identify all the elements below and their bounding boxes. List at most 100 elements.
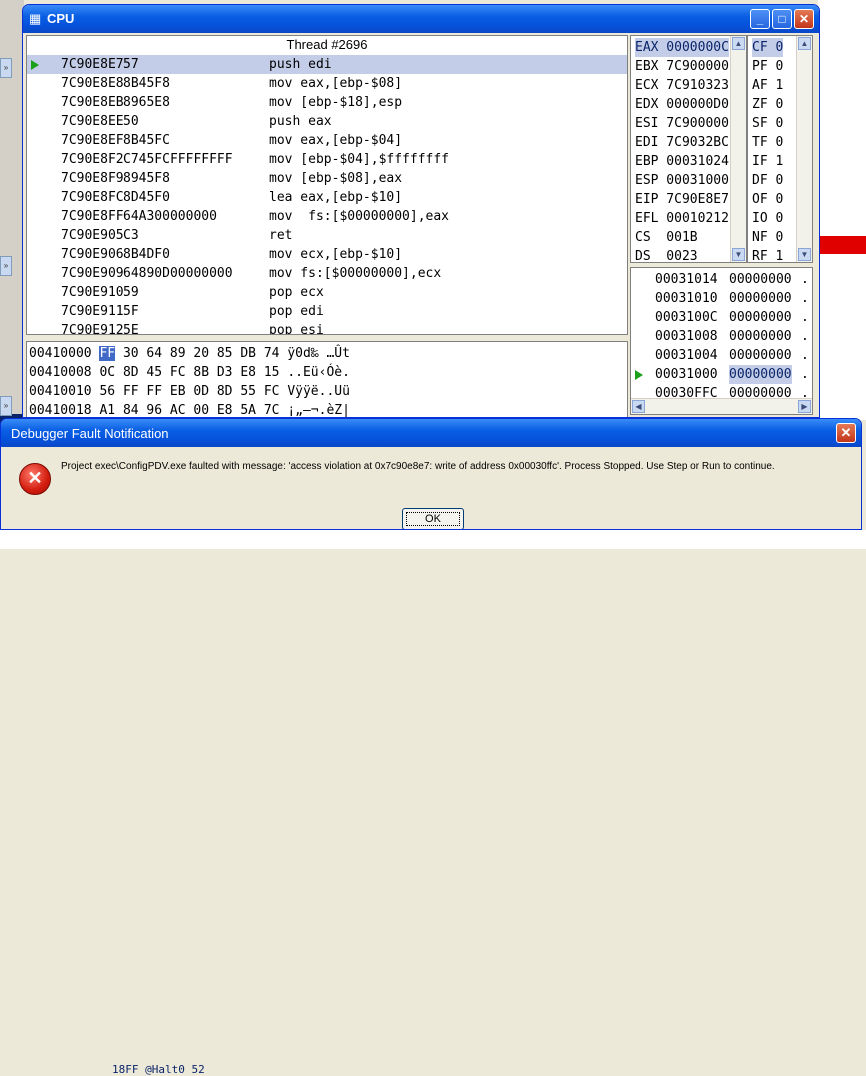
minimize-button[interactable]: _	[750, 9, 770, 29]
disasm-address: 7C90E912	[61, 323, 124, 335]
memory-row[interactable]: 00410018 A1 84 96 AC 00 E8 5A 7C ¡„–¬.èZ…	[29, 401, 350, 417]
memory-dump-pane[interactable]: 00410000 FF 30 64 89 20 85 DB 74 ÿ0d‰ …Û…	[26, 341, 628, 417]
scroll-up-icon[interactable]: ▲	[732, 37, 745, 50]
stack-address: 0003100C	[655, 310, 718, 325]
maximize-button[interactable]: □	[772, 9, 792, 29]
flag-row[interactable]: CF 0	[752, 38, 784, 57]
memory-row[interactable]: 00410010 56 FF FF EB 0D 8D 55 FC Vÿÿë..U…	[29, 382, 350, 401]
register-row[interactable]: CS 001B	[635, 228, 698, 247]
register-row[interactable]: EDI 7C9032BC	[635, 133, 729, 152]
flags-pane[interactable]: CF 0 PF 0 AF 1 ZF 0 SF 0 TF 0 IF 1 DF 0 OF 0 IO 0…	[747, 35, 813, 263]
disasm-bytes: 8B45FC	[123, 133, 170, 148]
memory-byte-first: 0C	[99, 365, 116, 380]
ok-button[interactable]: OK	[402, 508, 464, 529]
scroll-down-icon[interactable]: ▼	[798, 248, 811, 261]
stack-value: 00000000	[729, 310, 792, 325]
memory-row[interactable]: 00410008 0C 8D 45 FC 8B D3 E8 15 ..Eü‹Óè…	[29, 363, 350, 382]
disasm-bytes: 50	[123, 114, 139, 129]
disasm-row[interactable]: 7C90E8FC 8D45F0 lea eax,[ebp-$10]	[27, 188, 627, 207]
disasm-instruction: mov [ebp-$04],$ffffffff	[269, 152, 450, 167]
disasm-address: 7C90E905	[61, 228, 124, 243]
memory-bytes: 30 64 89 20 85 DB 74	[122, 346, 280, 361]
disasm-row[interactable]: 7C90E8FF 64A300000000 mov fs:[$00000000],e…	[27, 207, 627, 226]
stack-row[interactable]: 00031008 00000000.	[635, 327, 809, 346]
scroll-down-icon[interactable]: ▼	[732, 248, 745, 261]
disasm-row[interactable]: 7C90E912 5E pop esi	[27, 321, 627, 335]
disasm-row[interactable]: 7C90E8F9 8945F8 mov [ebp-$08],eax	[27, 169, 627, 188]
disasm-bytes: 8945F8	[123, 171, 170, 186]
disasm-bytes: 57	[123, 57, 139, 72]
background-editor-strip: 18FF @Halt0 52	[0, 530, 866, 1076]
disasm-bytes: 64890D00000000	[123, 266, 233, 281]
flag-row[interactable]: TF 0	[752, 133, 783, 152]
disasm-row[interactable]: 7C90E8F2 C745FCFFFFFFFF mov [ebp-$04],$fff…	[27, 150, 627, 169]
disasm-instruction: mov fs:[$00000000],ecx	[269, 266, 442, 281]
memory-row[interactable]: 00410000 FF 30 64 89 20 85 DB 74 ÿ0d‰ …Û…	[29, 344, 350, 363]
disasm-instruction: ret	[269, 228, 293, 243]
dialog-title-bar[interactable]: Debugger Fault Notification ✕	[1, 419, 861, 447]
disasm-row[interactable]: 7C90E909 64890D00000000 mov fs:[$00000000]…	[27, 264, 627, 283]
registers-scrollbar[interactable]: ▲ ▼	[730, 36, 746, 262]
focus-ring	[406, 512, 460, 526]
register-row[interactable]: EDX 000000D0	[635, 95, 729, 114]
cpu-title-bar[interactable]: ▦ CPU _ □ ✕	[23, 5, 819, 33]
memory-ascii: ÿ0d‰ …Ût	[287, 346, 350, 361]
register-row[interactable]: DS 0023	[635, 247, 698, 262]
disasm-row[interactable]: 7C90E905 C3 ret	[27, 226, 627, 245]
flag-row[interactable]: IF 1	[752, 152, 783, 171]
disasm-row[interactable]: 7C90E8EE 50 push eax	[27, 112, 627, 131]
flag-row[interactable]: SF 0	[752, 114, 783, 133]
flag-row[interactable]: DF 0	[752, 171, 783, 190]
register-row[interactable]: ESI 7C900000	[635, 114, 729, 133]
stack-row[interactable]: 00031010 00000000.	[635, 289, 809, 308]
stack-row[interactable]: 00031014 00000000.	[635, 270, 809, 289]
flag-row[interactable]: AF 1	[752, 76, 783, 95]
scroll-up-icon[interactable]: ▲	[798, 37, 811, 50]
flags-scrollbar[interactable]: ▲ ▼	[796, 36, 812, 262]
flag-row[interactable]: IO 0	[752, 209, 783, 228]
dialog-close-button[interactable]: ✕	[836, 423, 856, 443]
disasm-row[interactable]: 7C90E911 5F pop edi	[27, 302, 627, 321]
register-row[interactable]: EFL 00010212	[635, 209, 729, 228]
disasm-row[interactable]: 7C90E8EB 8965E8 mov [ebp-$18],esp	[27, 93, 627, 112]
flag-row[interactable]: PF 0	[752, 57, 783, 76]
stack-row[interactable]: 0003100C 00000000.	[635, 308, 809, 327]
disasm-row[interactable]: 7C90E8E8 8B45F8 mov eax,[ebp-$08]	[27, 74, 627, 93]
disasm-address: 7C90E909	[61, 266, 124, 281]
flag-row[interactable]: NF 0	[752, 228, 783, 247]
background-red-bar	[820, 236, 866, 254]
flag-row[interactable]: RF 1	[752, 247, 783, 262]
disasm-row[interactable]: 7C90E910 59 pop ecx	[27, 283, 627, 302]
stack-address: 00031010	[655, 291, 718, 306]
register-row[interactable]: EIP 7C90E8E7	[635, 190, 729, 209]
disasm-row[interactable]: 7C90E906 8B4DF0 mov ecx,[ebp-$10]	[27, 245, 627, 264]
disasm-bytes: 8965E8	[123, 95, 170, 110]
disassembly-pane[interactable]: Thread #2696 7C90E8E7 57 push edi 7C90E8E8 8…	[26, 35, 628, 335]
side-scroll-tab[interactable]: »	[0, 256, 12, 276]
disasm-address: 7C90E906	[61, 247, 124, 262]
register-row[interactable]: EAX 0000000C	[635, 38, 729, 57]
disasm-row[interactable]: 7C90E8EF 8B45FC mov eax,[ebp-$04]	[27, 131, 627, 150]
stack-scrollbar[interactable]: ◀ ▶	[631, 398, 812, 414]
side-scroll-tab[interactable]: »	[0, 396, 12, 416]
stack-value: 00000000	[729, 329, 792, 344]
scroll-right-icon[interactable]: ▶	[798, 400, 811, 413]
register-row[interactable]: EBX 7C900000	[635, 57, 729, 76]
flag-row[interactable]: ZF 0	[752, 95, 783, 114]
register-row[interactable]: ESP 00031000	[635, 171, 729, 190]
memory-ascii: Vÿÿë..Uü	[287, 384, 350, 399]
flag-row[interactable]: OF 0	[752, 190, 783, 209]
current-ip-arrow-icon	[31, 60, 39, 70]
stack-row[interactable]: 00031004 00000000.	[635, 346, 809, 365]
stack-row[interactable]: 00031000 00000000.	[635, 365, 809, 384]
close-button[interactable]: ✕	[794, 9, 814, 29]
scroll-left-icon[interactable]: ◀	[632, 400, 645, 413]
register-row[interactable]: ECX 7C910323	[635, 76, 729, 95]
side-scroll-tab[interactable]: »	[0, 58, 12, 78]
register-row[interactable]: EBP 00031024	[635, 152, 729, 171]
disasm-instruction: push edi	[269, 57, 332, 72]
stack-ascii: .	[801, 291, 809, 306]
disasm-row[interactable]: 7C90E8E7 57 push edi	[27, 55, 627, 74]
registers-pane[interactable]: EAX 0000000C EBX 7C900000 ECX 7C910323 EDX …	[630, 35, 747, 263]
stack-pane[interactable]: 00031014 00000000. 00031010 00000000. 000310…	[630, 267, 813, 415]
